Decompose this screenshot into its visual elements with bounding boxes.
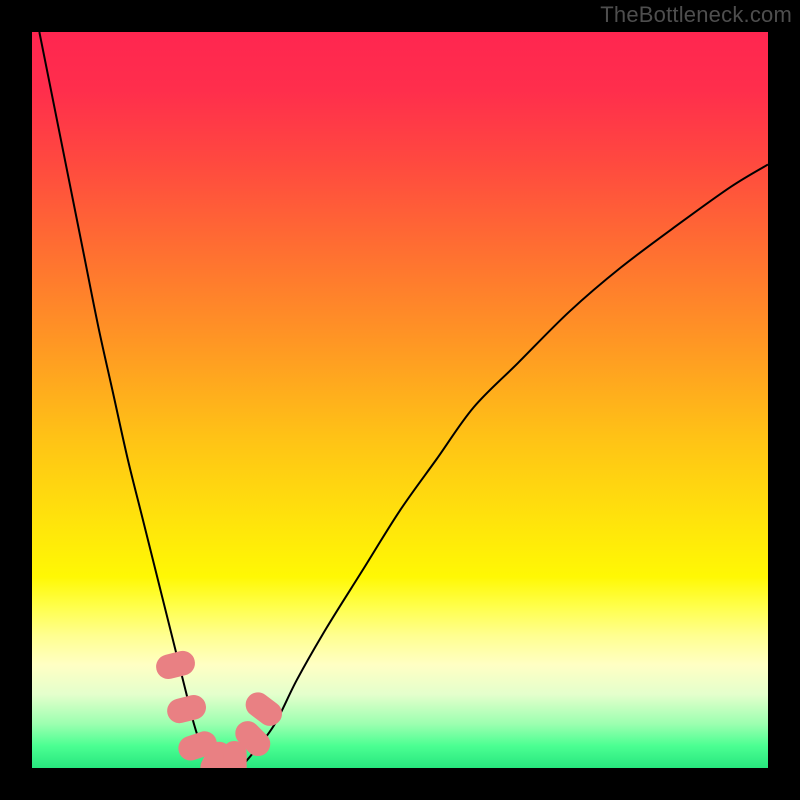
watermark-text: TheBottleneck.com bbox=[600, 2, 792, 28]
plot-svg bbox=[32, 32, 768, 768]
plot-area bbox=[32, 32, 768, 768]
background-rect bbox=[32, 32, 768, 768]
chart-frame: TheBottleneck.com bbox=[0, 0, 800, 800]
